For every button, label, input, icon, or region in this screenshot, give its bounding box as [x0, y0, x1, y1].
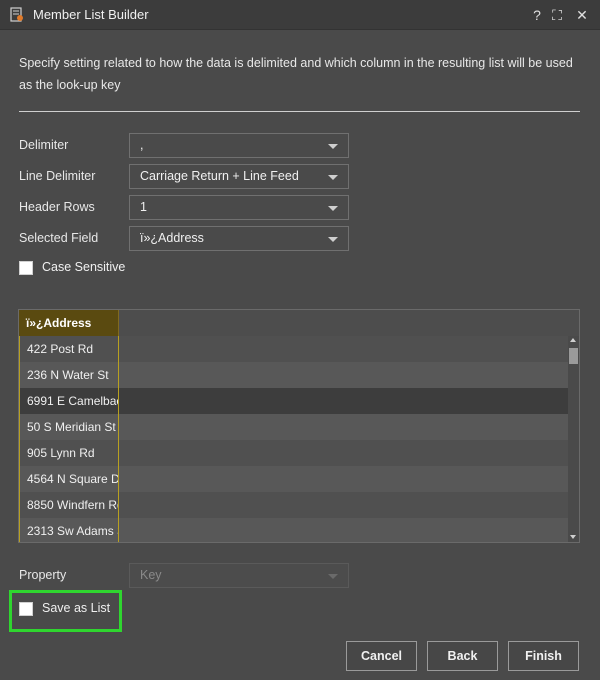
close-button[interactable]: ✕: [572, 5, 592, 25]
line-delimiter-dropdown[interactable]: Carriage Return + Line Feed: [129, 164, 349, 189]
scroll-down-icon[interactable]: [570, 535, 576, 539]
help-button[interactable]: ?: [527, 5, 547, 25]
finish-button[interactable]: Finish: [508, 641, 579, 671]
table-row[interactable]: 8850 Windfern Rd: [19, 492, 568, 518]
table-row[interactable]: 4564 N Square D: [19, 466, 568, 492]
chevron-down-icon: [328, 237, 338, 242]
scrollbar-thumb[interactable]: [569, 348, 578, 364]
scroll-up-icon[interactable]: [570, 338, 576, 342]
address-cell: 2313 Sw Adams S: [27, 524, 119, 538]
property-dropdown: Key: [129, 563, 349, 588]
line-delimiter-value: Carriage Return + Line Feed: [140, 169, 299, 183]
header-rows-label: Header Rows: [19, 200, 95, 214]
address-cell: 236 N Water St: [27, 368, 109, 382]
case-sensitive-label[interactable]: Case Sensitive: [42, 260, 125, 274]
preview-grid[interactable]: ï»¿Address 422 Post Rd 236 N Water St 6991…: [18, 309, 580, 543]
address-cell: 422 Post Rd: [27, 342, 94, 356]
selected-field-value: ï»¿Address: [140, 231, 204, 245]
maximize-button[interactable]: ⛶: [547, 5, 567, 25]
table-row[interactable]: 422 Post Rd: [19, 336, 568, 362]
list-builder-icon: [10, 7, 23, 22]
case-sensitive-checkbox[interactable]: [19, 261, 33, 275]
address-cell: 4564 N Square D: [27, 472, 119, 486]
line-delimiter-label: Line Delimiter: [19, 169, 96, 183]
delimiter-dropdown[interactable]: ,: [129, 133, 349, 158]
chevron-down-icon: [328, 144, 338, 149]
title-bar: Member List Builder ? ⛶ ✕: [0, 0, 600, 30]
address-cell: 905 Lynn Rd: [27, 446, 95, 460]
header-rows-value: 1: [140, 200, 147, 214]
back-button[interactable]: Back: [427, 641, 498, 671]
table-row[interactable]: 6991 E Camelback: [19, 388, 568, 414]
address-cell: 50 S Meridian St #: [27, 420, 119, 434]
selected-field-dropdown[interactable]: ï»¿Address: [129, 226, 349, 251]
table-row[interactable]: 50 S Meridian St #: [19, 414, 568, 440]
address-cell: 8850 Windfern Rd: [27, 498, 119, 512]
cancel-button[interactable]: Cancel: [346, 641, 417, 671]
header-rows-dropdown[interactable]: 1: [129, 195, 349, 220]
column-header-address[interactable]: ï»¿Address: [19, 310, 119, 336]
property-label: Property: [19, 568, 67, 582]
description-text: Specify setting related to how the data …: [19, 56, 573, 92]
chevron-down-icon: [328, 175, 338, 180]
window-title: Member List Builder: [33, 7, 149, 22]
address-cell: 6991 E Camelback: [27, 394, 119, 408]
chevron-down-icon: [328, 206, 338, 211]
property-value: Key: [140, 568, 162, 582]
table-row[interactable]: 2313 Sw Adams S: [19, 518, 568, 542]
delimiter-value: ,: [140, 138, 144, 152]
table-row[interactable]: 905 Lynn Rd: [19, 440, 568, 466]
delimiter-label: Delimiter: [19, 138, 69, 152]
vertical-scrollbar[interactable]: [568, 336, 579, 542]
highlight-frame: [9, 590, 122, 632]
selected-field-label: Selected Field: [19, 231, 99, 245]
chevron-down-icon: [328, 574, 338, 579]
table-row[interactable]: 236 N Water St: [19, 362, 568, 388]
divider: [19, 111, 580, 112]
